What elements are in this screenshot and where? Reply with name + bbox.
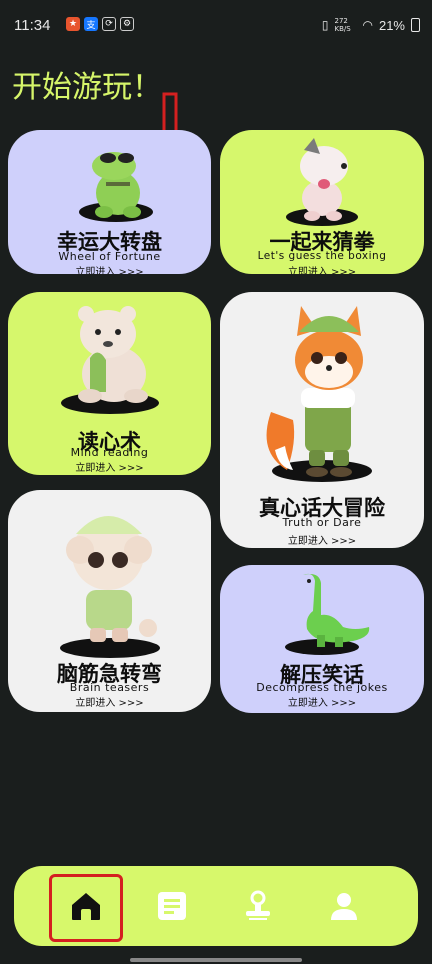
- stamp-icon: [246, 890, 270, 920]
- status-right: ▯ 272 KB/S ◠ 21%: [322, 17, 420, 33]
- enter-link[interactable]: 立即进入 >>>: [8, 459, 211, 474]
- enter-link[interactable]: 立即进入 >>>: [8, 694, 211, 709]
- sync-icon: ⟳: [102, 17, 116, 31]
- card-brain-teasers[interactable]: 脑筋急转弯 Brain teasers 立即进入 >>>: [8, 490, 211, 712]
- page-title: 开始游玩！: [12, 70, 162, 105]
- network-speed: 272 KB/S: [334, 17, 351, 33]
- card-subtitle: Brain teasers: [69, 681, 150, 694]
- enter-link[interactable]: 立即进入 >>>: [220, 263, 424, 274]
- home-icon: [72, 893, 100, 920]
- vibrate-icon: ▯: [321, 18, 329, 32]
- notification-icons: ★ 支 ⟳ ⚙: [66, 17, 134, 31]
- card-guess-boxing[interactable]: 一起来猜拳 Let's guess the boxing 立即进入 >>>: [220, 130, 424, 274]
- nav-profile[interactable]: [314, 876, 374, 936]
- card-subtitle: Let's guess the boxing: [257, 250, 387, 262]
- fox-figure-icon: [266, 306, 363, 477]
- battery-level: 21%: [378, 17, 405, 33]
- app-notification-icon: ★: [66, 17, 80, 31]
- dog-figure-icon: [300, 138, 348, 221]
- enter-link[interactable]: 立即进入 >>>: [220, 694, 424, 709]
- card-decompress-jokes[interactable]: 解压笑话 Decompress the jokes 立即进入 >>>: [220, 565, 424, 713]
- wifi-icon: ◠: [362, 18, 373, 32]
- card-subtitle: Truth or Dare: [282, 516, 362, 529]
- nav-list[interactable]: [142, 876, 202, 936]
- gesture-bar[interactable]: [130, 958, 302, 962]
- dinosaur-figure-icon: [303, 573, 370, 647]
- nav-stamp[interactable]: [228, 876, 288, 936]
- card-wheel-of-fortune[interactable]: 幸运大转盘 Wheel of Fortune 立即进入 >>>: [8, 130, 211, 274]
- list-icon: [158, 892, 186, 920]
- enter-link[interactable]: 立即进入 >>>: [220, 532, 424, 547]
- settings-icon: ⚙: [120, 17, 134, 31]
- card-mind-reading[interactable]: 读心术 Mind reading 立即进入 >>>: [8, 292, 211, 475]
- sheep-figure-icon: [65, 516, 157, 642]
- card-subtitle: Decompress the jokes: [256, 681, 388, 694]
- card-truth-or-dare[interactable]: 真心话大冒险 Truth or Dare 立即进入 >>>: [220, 292, 424, 548]
- card-subtitle: Mind reading: [70, 446, 149, 459]
- status-bar: 11:34 ★ 支 ⟳ ⚙ ▯ 272 KB/S ◠ 21%: [0, 0, 432, 50]
- bottom-nav: [14, 866, 418, 946]
- alipay-icon: 支: [84, 17, 98, 31]
- nav-home[interactable]: [56, 876, 116, 936]
- card-subtitle: Wheel of Fortune: [58, 250, 161, 263]
- battery-icon: [411, 18, 420, 32]
- crocodile-figure-icon: [91, 152, 141, 218]
- status-time: 11:34: [14, 17, 51, 34]
- bear-figure-icon: [77, 306, 148, 403]
- user-icon: [331, 893, 357, 920]
- enter-link[interactable]: 立即进入 >>>: [8, 263, 211, 274]
